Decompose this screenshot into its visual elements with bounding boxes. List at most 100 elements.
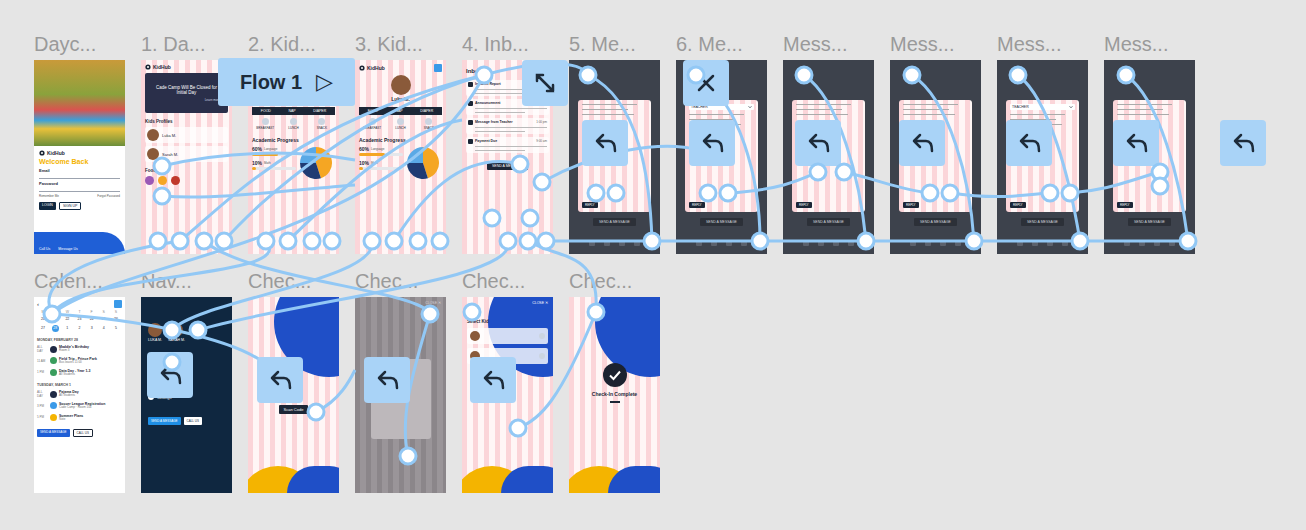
hotspot-node[interactable]	[172, 233, 188, 249]
reply-button[interactable]: REPLY	[582, 202, 598, 208]
frame-title[interactable]: 5. Me...	[569, 33, 660, 55]
back-icon[interactable]	[689, 120, 735, 166]
back-icon[interactable]	[1006, 120, 1052, 166]
tab[interactable]: NAP	[288, 109, 295, 113]
login-button[interactable]: LOGIN	[39, 202, 56, 210]
tab[interactable]: DIAPER	[313, 109, 326, 113]
event-row[interactable]: 5 PMSummer PlansNote	[37, 413, 122, 423]
hotspot-node[interactable]	[512, 156, 528, 172]
calendar-day[interactable]: 28	[52, 325, 59, 332]
hotspot-node[interactable]	[836, 164, 852, 180]
hotspot-node[interactable]	[720, 185, 736, 201]
frame-screen[interactable]: LUKA M.SARAH M.Check-In / OutBillingSett…	[141, 297, 232, 493]
inbox-item[interactable]: Payment Due9:00 am	[466, 137, 549, 153]
hotspot-node[interactable]	[538, 233, 554, 249]
frame-screen[interactable]: InboxIncident Report1:30 pmAnnouncement1…	[462, 60, 553, 254]
nav-icon[interactable]	[833, 240, 839, 246]
frame[interactable]: Mess... REPLY SEND A MESSAGE	[1104, 33, 1195, 254]
calendar-day[interactable]: 2	[76, 325, 83, 332]
flow-start-badge[interactable]: Flow 1▷	[218, 58, 355, 106]
hotspot-node[interactable]	[216, 233, 232, 249]
frame[interactable]: Chec...Scan Code	[248, 270, 339, 493]
frame-screen[interactable]: Check-In Complete	[569, 297, 660, 493]
hotspot-node[interactable]	[796, 67, 812, 83]
frame-screen[interactable]: TEACHERREPLYSEND A MESSAGE	[997, 60, 1088, 254]
event-row[interactable]: 3 PMSoccer League RegistrationCade Camp …	[37, 401, 122, 411]
back-icon[interactable]	[1113, 120, 1159, 166]
menu-item[interactable]: Billing	[148, 383, 225, 389]
radio[interactable]	[539, 353, 545, 359]
expand-icon[interactable]	[522, 60, 568, 106]
calendar-day[interactable]: 21	[52, 316, 59, 323]
home-icon[interactable]	[434, 64, 442, 72]
nav-icon[interactable]	[604, 240, 610, 246]
close-icon[interactable]	[683, 60, 729, 106]
scan-code-button[interactable]: Scan Code	[279, 405, 309, 414]
hotspot-node[interactable]	[196, 233, 212, 249]
text-field[interactable]	[39, 188, 120, 192]
kid-chip[interactable]: SARAH M.	[168, 323, 185, 342]
back-icon[interactable]	[1220, 120, 1266, 166]
frame-title[interactable]: Dayc...	[34, 33, 125, 55]
reply-button[interactable]: REPLY	[689, 202, 705, 208]
hotspot-node[interactable]	[1180, 233, 1196, 249]
frame-title[interactable]: 1. Da...	[141, 33, 232, 55]
recipient-select[interactable]: TEACHER	[1010, 104, 1075, 110]
frame[interactable]: 5. Me... REPLY SEND A MESSAGE	[569, 33, 660, 254]
hotspot-node[interactable]	[520, 233, 536, 249]
frame-title[interactable]: Nav...	[141, 270, 232, 292]
calendar-day[interactable]: 22	[64, 316, 71, 323]
tab[interactable]: DIAPER	[420, 109, 433, 113]
frame-title[interactable]: Chec...	[355, 270, 446, 292]
frame[interactable]: Chec...CLOSE ✕Select Kid	[462, 270, 553, 493]
frame-title[interactable]: Mess...	[890, 33, 981, 55]
play-icon[interactable]: ▷	[316, 70, 333, 94]
frame-screen[interactable]: Scan Code	[248, 297, 339, 493]
kid-row[interactable]: Sarah M.	[145, 146, 228, 162]
nav-icon[interactable]	[1032, 240, 1038, 246]
option-link[interactable]: Remember Me	[39, 194, 59, 198]
kid-option[interactable]	[467, 348, 548, 364]
nav-icon[interactable]	[619, 240, 625, 246]
nav-icon[interactable]	[1062, 240, 1068, 246]
hotspot-node[interactable]	[1010, 67, 1026, 83]
back-button[interactable]: ‹	[37, 301, 39, 308]
hotspot-node[interactable]	[858, 233, 874, 249]
event-row[interactable]: 11 AMField Trip - Prince ParkBus leaves …	[37, 356, 122, 366]
back-icon[interactable]	[470, 357, 516, 403]
send-message-button[interactable]: SEND A MESSAGE	[593, 218, 636, 226]
close-button[interactable]: CLOSE ✕	[532, 301, 548, 305]
hotspot-node[interactable]	[324, 233, 340, 249]
frame-screen[interactable]: REPLYSEND A MESSAGE	[890, 60, 981, 254]
send-message-button[interactable]: SEND A MESSAGE	[1128, 218, 1171, 226]
reply-button[interactable]: REPLY	[903, 202, 919, 208]
frame[interactable]: Nav...LUKA M.SARAH M.Check-In / OutBilli…	[141, 270, 232, 493]
frame-title[interactable]: 6. Me...	[676, 33, 767, 55]
send-message-button[interactable]: SEND A MESSAGE	[700, 218, 743, 226]
hotspot-node[interactable]	[190, 322, 206, 338]
frame-title[interactable]: 3. Kid...	[355, 33, 446, 55]
frame-title[interactable]: Mess...	[783, 33, 874, 55]
hotspot-node[interactable]	[1072, 233, 1088, 249]
nav-icon[interactable]	[818, 240, 824, 246]
nav-icon[interactable]	[1139, 240, 1145, 246]
reply-button[interactable]: REPLY	[1117, 202, 1133, 208]
hotspot-node[interactable]	[966, 233, 982, 249]
hotspot-node[interactable]	[500, 233, 516, 249]
tab[interactable]: FOOD	[368, 109, 378, 113]
call-button[interactable]: CALL US	[73, 429, 93, 437]
close-button[interactable]: CLOSE ✕	[425, 301, 441, 305]
frame[interactable]: Chec... CLOSE ✕	[355, 270, 446, 493]
frame[interactable]: Dayc...KidHubWelcome BackEmailPasswordRe…	[34, 33, 125, 254]
hotspot-node[interactable]	[922, 185, 938, 201]
menu-item[interactable]: Check-In / Out	[148, 372, 225, 378]
text-field[interactable]	[39, 175, 120, 179]
frame-title[interactable]: Calen...	[34, 270, 125, 292]
frame-title[interactable]: Mess...	[1104, 33, 1195, 55]
calendar-day[interactable]: 1	[64, 325, 71, 332]
send-message-button[interactable]: SEND A MESSAGE	[807, 218, 850, 226]
back-icon[interactable]	[364, 357, 410, 403]
frame-title[interactable]: Mess...	[997, 33, 1088, 55]
nav-icon[interactable]	[848, 240, 854, 246]
tab[interactable]: NAP	[395, 109, 402, 113]
